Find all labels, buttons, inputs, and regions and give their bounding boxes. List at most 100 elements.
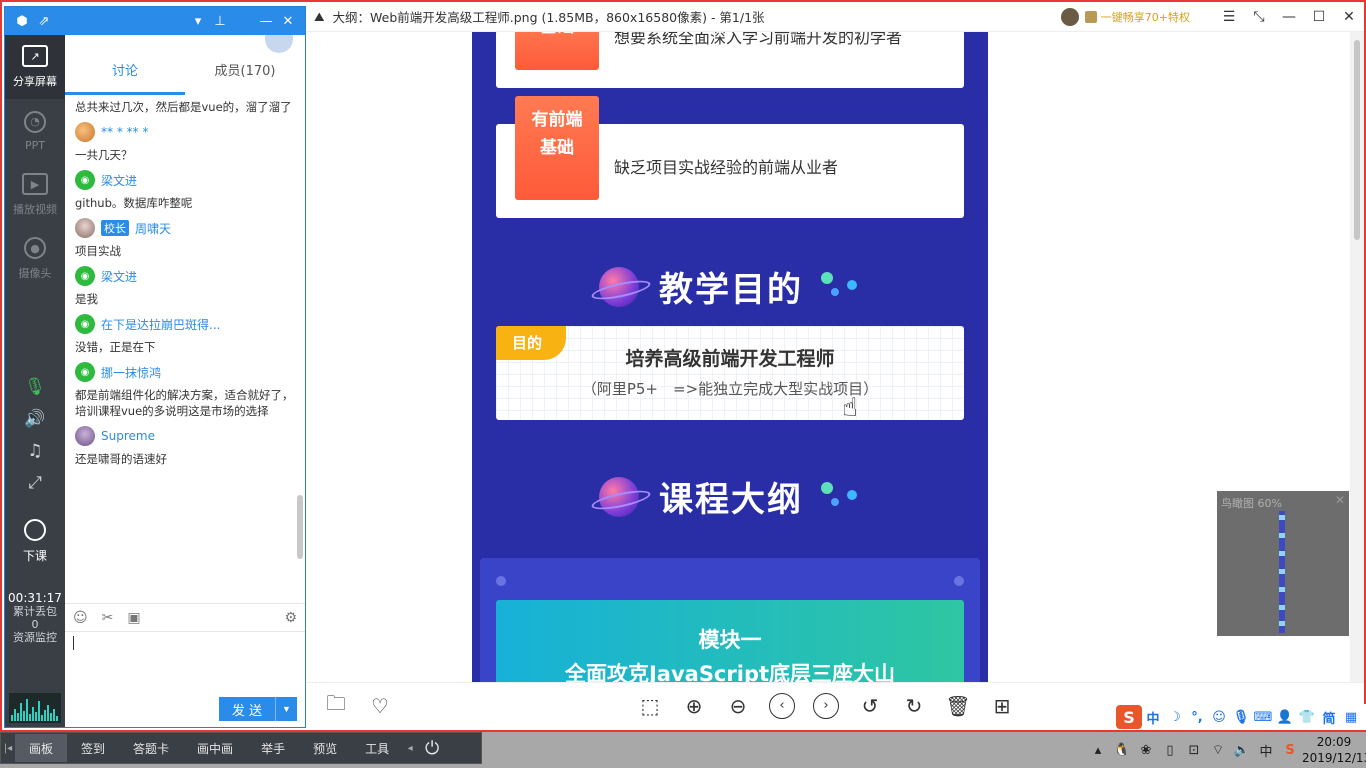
collapse-icon[interactable]: ◂ [403, 743, 417, 754]
image-canvas[interactable]: 基础 想要系统全面深入学习前端开发的初学者 有前端 基础 缺乏项目实战经验的前端… [306, 30, 1350, 682]
tab-discussion[interactable]: 讨论 [65, 57, 185, 95]
zoom-out-icon[interactable]: ⊖ [716, 683, 760, 729]
simplified-icon[interactable]: 简 [1318, 708, 1340, 727]
birdseye-thumbnail[interactable] [1279, 511, 1285, 633]
rotate-left-icon[interactable]: ↺ [848, 683, 892, 729]
resource-monitor-label[interactable]: 资源监控 [13, 631, 57, 644]
drag-handle-icon[interactable]: |◂ [1, 743, 15, 754]
share-out-icon[interactable]: ⇗ [33, 10, 55, 32]
zoom-in-icon[interactable]: ⊕ [672, 683, 716, 729]
avatar[interactable] [75, 426, 95, 446]
viewer-scrollbar[interactable] [1350, 30, 1364, 682]
dropdown-icon[interactable]: ▾ [187, 10, 209, 32]
delete-icon[interactable]: 🗑 [936, 683, 980, 729]
hand-cursor-icon: ☝ [842, 393, 858, 423]
share-screen-button[interactable]: ↗ 分享屏幕 [5, 35, 65, 99]
toolbar-answer-card[interactable]: 答题卡 [119, 734, 183, 762]
favorite-heart-icon[interactable]: ♡ [358, 683, 402, 729]
toolbar-raise-hand[interactable]: 举手 [247, 734, 299, 762]
ime-language[interactable]: 中 [1142, 708, 1164, 727]
chat-float-badge[interactable] [265, 35, 293, 53]
poster-image: 基础 想要系统全面深入学习前端开发的初学者 有前端 基础 缺乏项目实战经验的前端… [472, 30, 988, 682]
minimize-icon[interactable]: — [1274, 9, 1304, 25]
settings-gear-icon[interactable]: ⚙ [284, 610, 297, 626]
speaker-icon[interactable]: 🔊 [5, 403, 65, 435]
sender-name[interactable]: 在下是达拉崩巴斑得... [101, 316, 220, 333]
sogou-ime-icon[interactable]: S [1116, 705, 1142, 729]
minimize-icon[interactable]: — [255, 10, 277, 32]
grid-view-icon[interactable]: ⊞ [980, 683, 1024, 729]
scissors-icon[interactable]: ✂ [102, 610, 114, 626]
previous-image-button[interactable]: ‹ [760, 683, 804, 729]
rotate-right-icon[interactable]: ↻ [892, 683, 936, 729]
avatar[interactable] [75, 218, 95, 238]
sender-name[interactable]: Supreme [101, 429, 155, 443]
microphone-icon[interactable]: 🎙 [1230, 710, 1252, 725]
emoji-icon[interactable]: ☺ [1208, 710, 1230, 725]
audience-tag: 有前端 基础 [515, 96, 599, 200]
keyboard-icon[interactable]: ⌨ [1252, 710, 1274, 725]
network-icon[interactable]: ⊡ [1182, 743, 1206, 758]
sender-name[interactable]: 梁文进 [101, 268, 137, 285]
grid-menu-icon[interactable]: ▦ [1340, 710, 1362, 725]
microphone-icon[interactable]: 🎙 [5, 371, 65, 403]
scroll-thumb[interactable] [1354, 40, 1360, 240]
open-folder-icon[interactable]: 🗀 [314, 683, 358, 729]
close-icon[interactable]: ✕ [1335, 493, 1345, 507]
wifi-icon[interactable]: ⌔ [1206, 742, 1230, 758]
punctuation-icon[interactable]: °, [1186, 710, 1208, 725]
message-text: 总共来过几次，然后都是vue的，溜了溜了 [75, 100, 292, 114]
tray-clock[interactable]: 20:09 2019/12/13 [1302, 734, 1366, 766]
end-class-icon [24, 518, 46, 541]
menu-icon[interactable]: ☰ [1214, 9, 1244, 25]
chat-input[interactable]: 发 送 ▼ [65, 631, 305, 727]
chat-scrollbar[interactable] [297, 495, 303, 559]
toolbar-picture-in-picture[interactable]: 画中画 [183, 734, 247, 762]
pin-icon[interactable]: ⊥ [209, 10, 231, 32]
image-icon[interactable]: ▣ [127, 610, 140, 626]
send-button[interactable]: 发 送 [219, 697, 275, 721]
moon-icon[interactable]: ☽ [1164, 710, 1186, 725]
qq-icon[interactable]: 🐧 [1110, 743, 1134, 758]
sender-name[interactable]: 周啸天 [135, 220, 171, 237]
sender-name[interactable]: ** * ** * [101, 125, 148, 139]
share-screen-icon: ↗ [22, 45, 48, 67]
tab-members[interactable]: 成员(170) [185, 57, 305, 95]
next-image-button[interactable]: › [804, 683, 848, 729]
fullscreen-icon[interactable]: ⤢ [5, 467, 65, 499]
tray-language[interactable]: 中 [1254, 741, 1278, 760]
skin-shirt-icon[interactable]: 👕 [1296, 710, 1318, 725]
toolbar-sign-in[interactable]: 签到 [67, 734, 119, 762]
sender-name[interactable]: 挪一抹惊鸿 [101, 364, 161, 381]
message-text: 项目实战 [75, 244, 121, 258]
toolbar-tools[interactable]: 工具 [351, 734, 403, 762]
end-class-button[interactable]: 下课 [5, 509, 65, 573]
flower-icon[interactable]: ❀ [1134, 743, 1158, 758]
volume-icon[interactable]: 🔈 [1230, 743, 1254, 758]
camera-button[interactable]: ● 摄像头 [5, 227, 65, 291]
close-icon[interactable]: ✕ [277, 10, 299, 32]
user-avatar[interactable] [1060, 7, 1079, 26]
message-text: 都是前端组件化的解决方案，适合就好了，培训课程vue的多说明这是市场的选择 [75, 388, 294, 418]
toolbar-preview[interactable]: 预览 [299, 734, 351, 762]
music-icon[interactable]: ♫ [5, 435, 65, 467]
power-icon[interactable]: ⏻ [417, 733, 447, 763]
emoji-icon[interactable]: ☺ [73, 610, 88, 626]
avatar[interactable] [75, 122, 95, 142]
birdseye-panel[interactable]: 鸟瞰图 60% ✕ [1217, 491, 1349, 636]
maximize-icon[interactable]: ☐ [1304, 9, 1334, 25]
sogou-tray-icon[interactable]: S [1278, 743, 1302, 758]
toolbar-whiteboard[interactable]: 画板 [15, 734, 68, 762]
sender-name[interactable]: 梁文进 [101, 172, 137, 189]
chat-area: 讨论 成员(170) 总共来过几次，然后都是vue的，溜了溜了 ** * ** … [65, 35, 305, 727]
play-video-button[interactable]: ▶ 播放视频 [5, 163, 65, 227]
user-icon[interactable]: 👤 [1274, 710, 1296, 725]
fullscreen-icon[interactable]: ⤡ [1244, 9, 1274, 25]
show-hidden-icons-icon[interactable]: ▴ [1086, 743, 1110, 758]
send-options-chevron-icon[interactable]: ▼ [275, 697, 297, 721]
ppt-button[interactable]: ◔ PPT [5, 99, 65, 163]
usb-icon[interactable]: ▯ [1158, 743, 1182, 758]
close-icon[interactable]: ✕ [1334, 9, 1364, 25]
user-promo[interactable]: 一键畅享70+特权 [1060, 7, 1190, 26]
actual-size-icon[interactable]: ⬚ [628, 683, 672, 729]
